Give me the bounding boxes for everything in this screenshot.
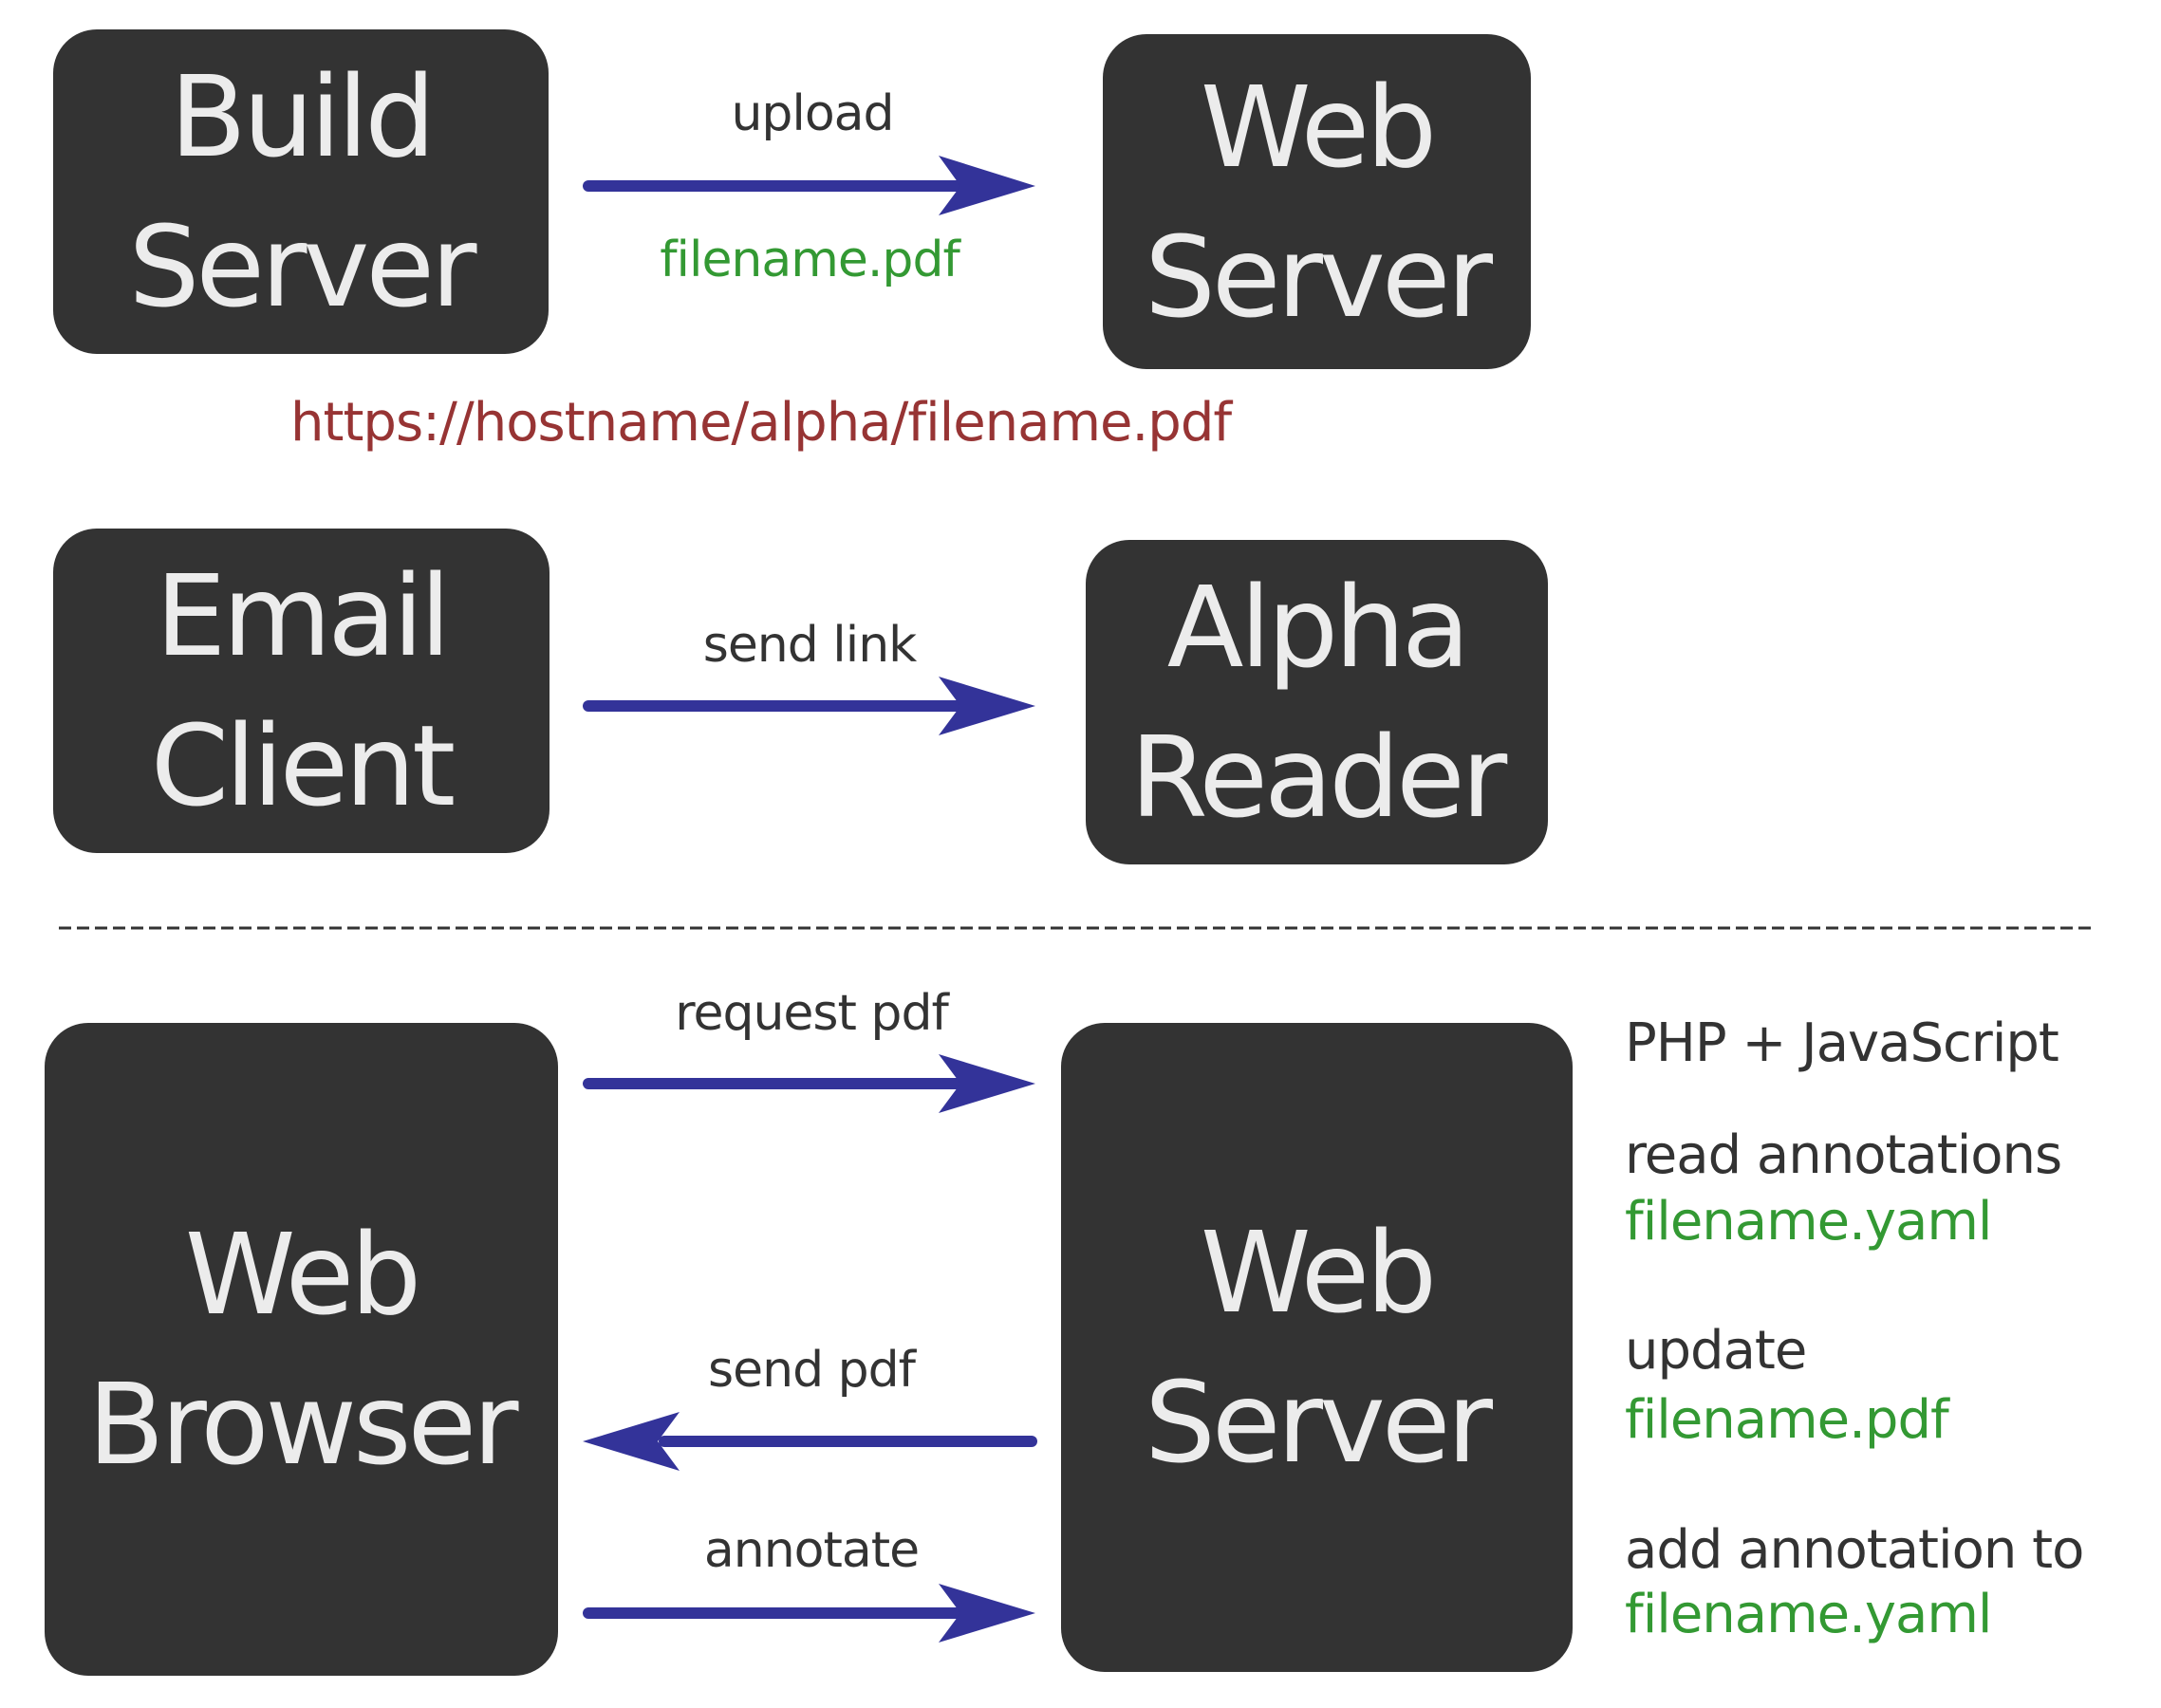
send-link-label: send link xyxy=(702,617,918,674)
alpha-reader-label-line2: Reader xyxy=(1129,712,1508,843)
send-pdf-label: send pdf xyxy=(708,1342,916,1399)
request-pdf-arrow xyxy=(583,1054,1035,1113)
alpha-reader-node: Alpha Reader xyxy=(1086,540,1548,864)
note-add-action: add annotation to xyxy=(1625,1519,2084,1581)
upload-filename-label: filename.pdf xyxy=(660,232,960,288)
send-link-arrow xyxy=(583,677,1035,735)
note-tech-stack: PHP + JavaScript xyxy=(1625,1012,2059,1074)
web-browser-label-line2: Browser xyxy=(87,1359,518,1490)
send-pdf-arrow xyxy=(583,1412,1037,1471)
email-client-label-line1: Email xyxy=(155,550,451,681)
note-add-file: filename.yaml xyxy=(1625,1584,1992,1645)
web-browser-node: Web Browser xyxy=(45,1023,558,1676)
alpha-reader-label-line1: Alpha xyxy=(1166,562,1471,693)
web-server-node-bottom: Web Server xyxy=(1061,1023,1573,1672)
web-browser-label-line1: Web xyxy=(184,1209,421,1340)
alpha-url-text: https://hostname/alpha/filename.pdf xyxy=(290,392,1232,454)
build-server-label-line2: Server xyxy=(128,201,477,332)
email-client-node: Email Client xyxy=(53,529,550,853)
web-server-label-line1: Web xyxy=(1200,61,1437,193)
annotate-label: annotate xyxy=(703,1522,920,1579)
request-pdf-label: request pdf xyxy=(675,985,949,1042)
note-read-action: read annotations xyxy=(1625,1124,2062,1186)
note-update-file: filename.pdf xyxy=(1625,1389,1949,1451)
email-client-label-line2: Client xyxy=(150,700,456,831)
web-server-bottom-label-line1: Web xyxy=(1200,1207,1437,1338)
build-server-label-line1: Build xyxy=(169,51,436,182)
upload-arrow xyxy=(583,156,1035,215)
note-update-action: update xyxy=(1625,1320,1807,1382)
annotate-arrow xyxy=(583,1584,1035,1643)
upload-label: upload xyxy=(731,85,894,142)
web-server-bottom-label-line2: Server xyxy=(1145,1357,1493,1488)
note-read-file: filename.yaml xyxy=(1625,1191,1992,1253)
web-server-label-line2: Server xyxy=(1145,211,1493,343)
web-server-node-top: Web Server xyxy=(1103,34,1531,369)
build-server-node: Build Server xyxy=(53,29,549,354)
